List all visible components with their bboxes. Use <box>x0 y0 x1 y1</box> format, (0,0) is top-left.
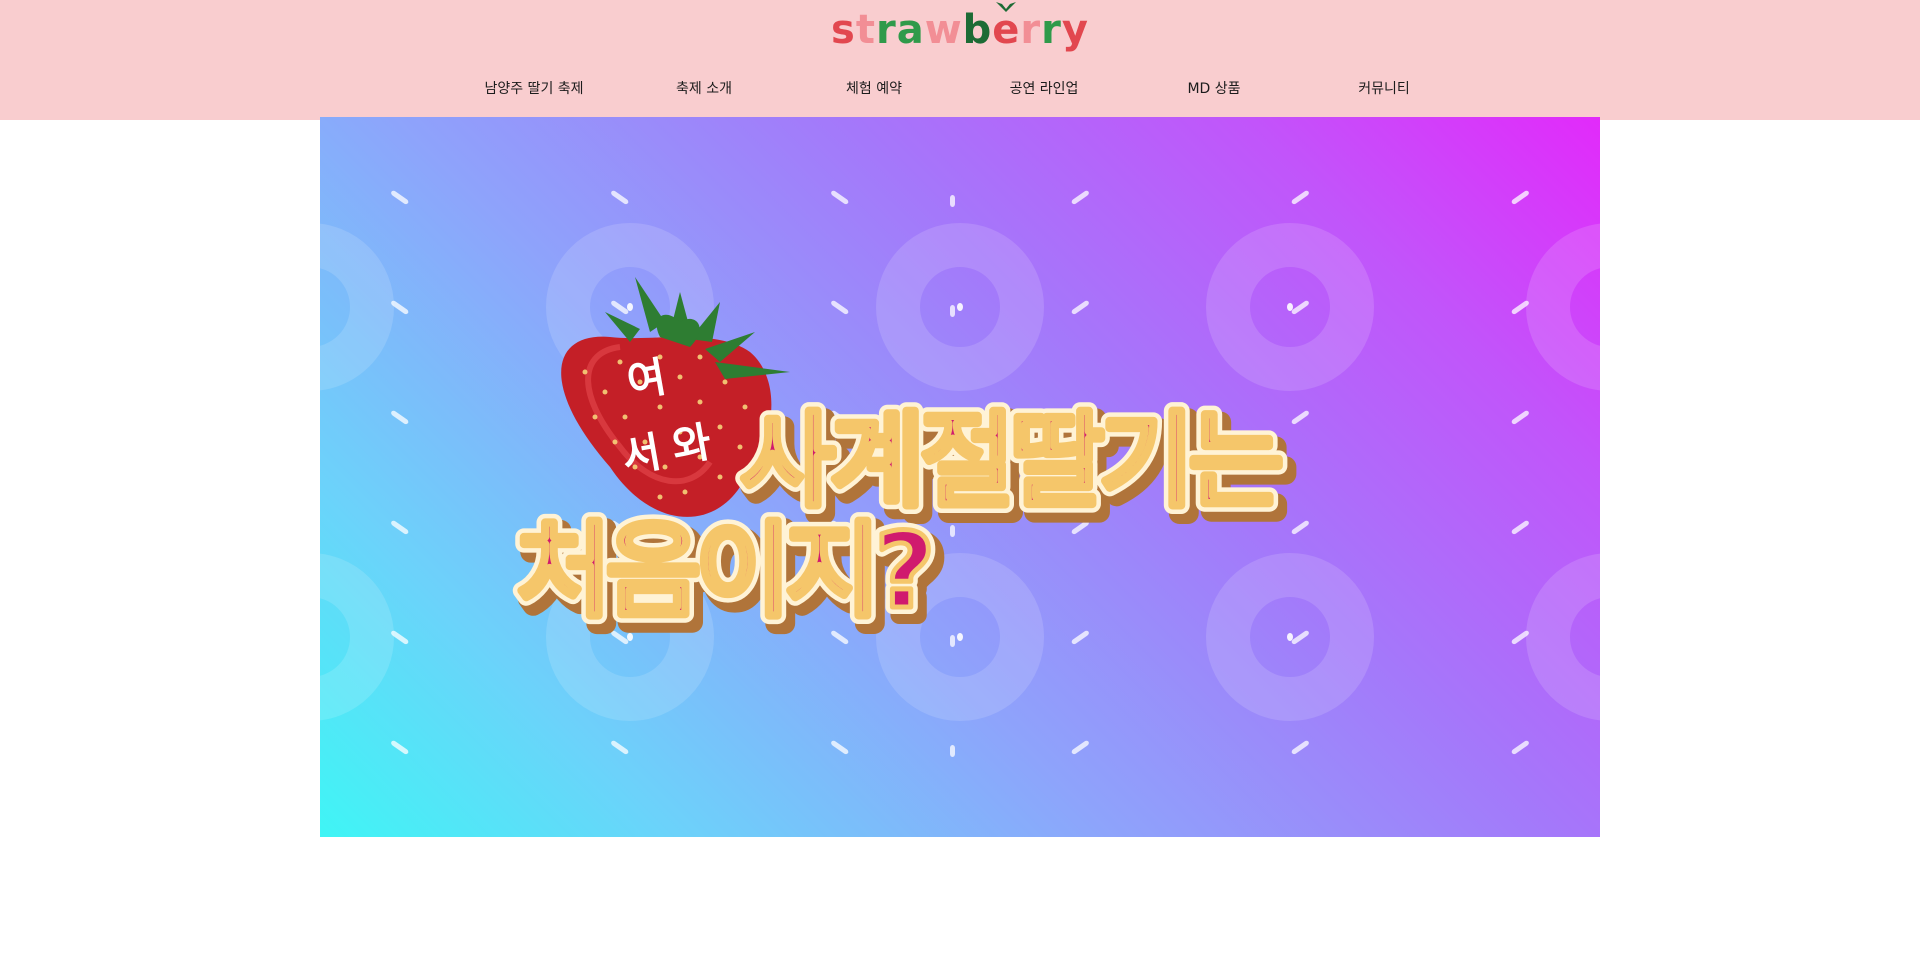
logo-letter: e <box>992 2 1020 56</box>
page-body-empty <box>0 837 1920 953</box>
logo-letter: w <box>924 7 963 53</box>
logo-letter: t <box>855 7 876 53</box>
nav-item-reservation[interactable]: 체험 예약 <box>846 78 902 98</box>
site-header: strawbe rry 남양주 딸기 축제 축제 소개 체험 예약 공연 라인업 … <box>0 0 1920 120</box>
logo-letter: y <box>1061 7 1089 53</box>
nav-item-intro[interactable]: 축제 소개 <box>676 78 732 98</box>
main-nav: 남양주 딸기 축제 축제 소개 체험 예약 공연 라인업 MD 상품 커뮤니티 <box>0 78 1920 102</box>
nav-item-community[interactable]: 커뮤니티 <box>1358 78 1410 98</box>
logo-letter: b <box>962 7 993 53</box>
leaf-icon <box>996 2 1017 12</box>
nav-item-festival[interactable]: 남양주 딸기 축제 <box>484 78 583 98</box>
logo-letter: r <box>1020 7 1042 53</box>
hero-banner: 여 와 서 사계절딸기는 사계절딸기는 사계절딸기는 처음이지? 처음이지? 처… <box>320 117 1600 837</box>
logo-letter: r <box>875 7 897 53</box>
site-logo[interactable]: strawbe rry <box>0 2 1920 56</box>
logo-letter: a <box>896 7 925 53</box>
logo-letter: r <box>1041 7 1062 53</box>
nav-item-md[interactable]: MD 상품 <box>1187 78 1240 98</box>
svg-text:사계절딸기는: 사계절딸기는 <box>740 400 1280 522</box>
svg-text:처음이지?: 처음이지? <box>516 510 929 632</box>
nav-item-lineup[interactable]: 공연 라인업 <box>1010 78 1079 98</box>
hero-artwork: 여 와 서 사계절딸기는 사계절딸기는 사계절딸기는 처음이지? 처음이지? 처… <box>509 277 1302 649</box>
headline-line-2: 처음이지? 처음이지? 처음이지? <box>509 503 951 649</box>
logo-letter: s <box>831 7 856 53</box>
